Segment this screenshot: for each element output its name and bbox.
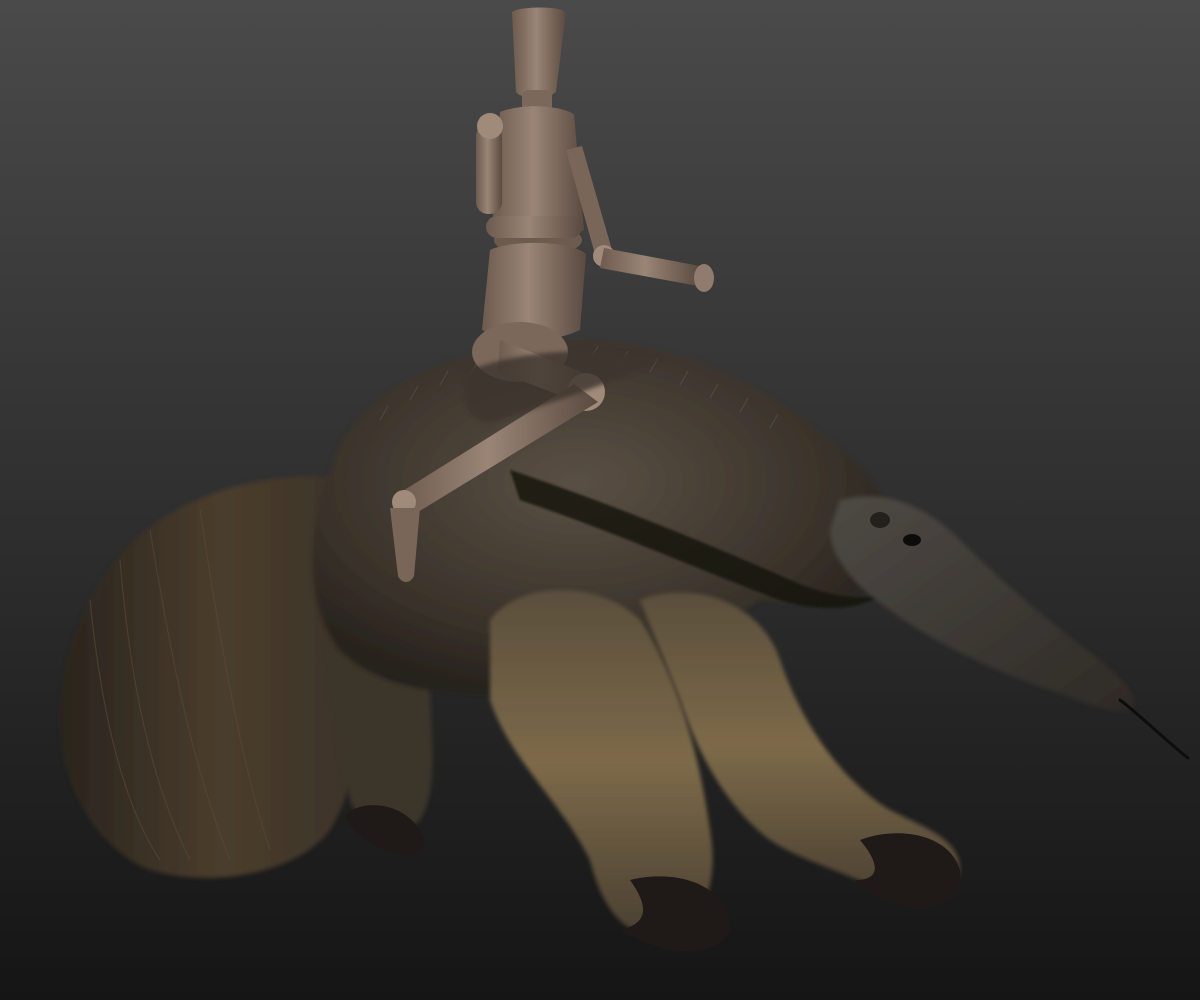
scene-canvas	[0, 0, 1200, 1000]
mannequin-left-forearm	[486, 216, 582, 238]
3d-render-viewport	[0, 0, 1200, 1000]
anteater-ear	[870, 512, 890, 528]
mannequin-shoulder-joint	[477, 113, 503, 139]
anteater-eye	[903, 534, 921, 546]
mannequin-hand	[694, 264, 714, 292]
